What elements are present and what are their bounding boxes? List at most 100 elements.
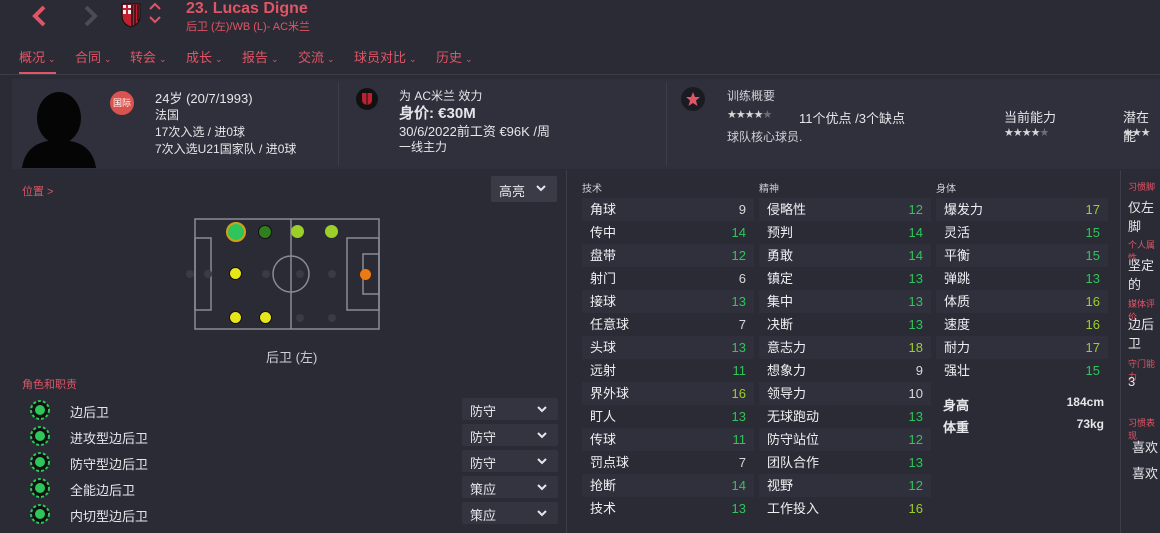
chevron-down-icon: ⌄: [104, 54, 112, 64]
tab-compare[interactable]: 球员对比 ⌄: [354, 44, 417, 72]
role-row[interactable]: 防守型边后卫 防守: [22, 450, 562, 474]
attribute-name: 平衡: [944, 248, 971, 263]
duty-dropdown[interactable]: 防守: [462, 398, 558, 420]
attribute-row: 预判 14: [759, 221, 931, 244]
attribute-value: 6: [738, 271, 746, 286]
attribute-row: 勇敢 14: [759, 244, 931, 267]
attribute-value: 13: [908, 409, 923, 424]
attribute-name: 领导力: [767, 386, 807, 401]
attribute-name: 耐力: [944, 340, 971, 355]
tab-development[interactable]: 成长 ⌄: [186, 44, 223, 72]
position-dot-ml: [291, 225, 304, 238]
duty-dropdown[interactable]: 策应: [462, 502, 558, 524]
attribute-row: 侵略性 12: [759, 198, 931, 221]
attribute-row: 接球 13: [582, 290, 754, 313]
position-dot-empty: [328, 270, 336, 278]
role-row[interactable]: 内切型边后卫 策应: [22, 502, 562, 526]
current-ability-label: 当前能力: [1004, 110, 1057, 125]
tab-bar: 概况 ⌄ 合同 ⌄ 转会 ⌄ 成长 ⌄ 报告 ⌄ 交流 ⌄ 球员对比 ⌄ 历史 ⌄: [0, 44, 1160, 74]
attribute-value: 7: [738, 455, 746, 470]
attribute-value: 17: [1085, 340, 1100, 355]
attribute-name: 想象力: [767, 363, 807, 378]
info-divider: [666, 82, 667, 166]
tab-label: 概况: [19, 50, 46, 65]
attribute-row: 工作投入 16: [759, 497, 931, 520]
attribute-name: 技术: [590, 501, 617, 516]
attribute-value: 13: [731, 409, 746, 424]
attribute-row: 视野 12: [759, 474, 931, 497]
tab-contract[interactable]: 合同 ⌄: [75, 44, 112, 72]
attribute-value: 13: [908, 271, 923, 286]
attribute-value: 16: [1085, 294, 1100, 309]
role-suitability-icon: [30, 504, 50, 527]
attribute-name: 弹跳: [944, 271, 971, 286]
attribute-name: 盯人: [590, 409, 617, 424]
player-switch-icon[interactable]: [148, 0, 162, 30]
tab-transfer[interactable]: 转会 ⌄: [130, 44, 167, 72]
duty-value: 策应: [470, 482, 497, 497]
position-caption: 后卫 (左): [266, 350, 318, 365]
top-bar: 23. Lucas Digne 后卫 (左)/WB (L)- AC米兰: [0, 0, 1160, 40]
chevron-down-icon: [535, 181, 547, 198]
tab-label: 球员对比: [354, 50, 407, 65]
attribute-name: 界外球: [590, 386, 630, 401]
position-pitch: [194, 218, 380, 330]
attribute-value: 11: [732, 432, 747, 447]
attribute-row: 射门 6: [582, 267, 754, 290]
position-dot-wbr: [259, 311, 272, 324]
attribute-row: 平衡 15: [936, 244, 1108, 267]
role-name: 内切型边后卫: [70, 509, 149, 524]
tab-label: 转会: [130, 50, 157, 65]
duty-dropdown[interactable]: 防守: [462, 450, 558, 472]
attribute-value: 14: [908, 225, 923, 240]
position-dot-empty: [328, 314, 336, 322]
attribute-name: 传球: [590, 432, 617, 447]
duty-dropdown[interactable]: 防守: [462, 424, 558, 446]
attribute-value: 14: [731, 225, 746, 240]
attribute-row: 任意球 7: [582, 313, 754, 336]
attribute-value: 11: [732, 363, 747, 378]
tab-overview[interactable]: 概况 ⌄: [19, 44, 56, 74]
potential-ability-stars: ★★★: [1123, 127, 1151, 139]
back-arrow-icon[interactable]: [26, 2, 54, 30]
attribute-name: 团队合作: [767, 455, 820, 470]
attribute-value: 14: [731, 478, 746, 493]
attribute-value: 7: [738, 317, 746, 332]
tab-interaction[interactable]: 交流 ⌄: [298, 44, 335, 72]
position-link[interactable]: 位置 >: [22, 183, 53, 199]
duty-dropdown[interactable]: 策应: [462, 476, 558, 498]
physical-label: 身体: [936, 184, 956, 195]
attribute-value: 10: [908, 386, 923, 401]
highlight-dropdown[interactable]: 高亮: [491, 176, 557, 202]
attribute-value: 16: [1085, 317, 1100, 332]
attribute-value: 15: [1085, 363, 1100, 378]
role-row[interactable]: 全能边后卫 策应: [22, 476, 562, 500]
position-dot-dr: [229, 311, 242, 324]
tab-history[interactable]: 历史 ⌄: [436, 44, 473, 72]
role-row[interactable]: 边后卫 防守: [22, 398, 562, 422]
u21-caps: 7次入选U21国家队 / 进0球: [155, 142, 297, 156]
attribute-value: 12: [908, 202, 923, 217]
forward-arrow-icon[interactable]: [76, 2, 104, 30]
attribute-value: 13: [731, 501, 746, 516]
attribute-name: 强壮: [944, 363, 971, 378]
attribute-value: 18: [908, 340, 923, 355]
attribute-name: 接球: [590, 294, 617, 309]
attribute-name: 集中: [767, 294, 794, 309]
position-dot-empty: [204, 270, 212, 278]
attribute-value: 13: [908, 317, 923, 332]
attribute-name: 射门: [590, 271, 617, 286]
attribute-row: 决断 13: [759, 313, 931, 336]
current-ability-stars: ★★★★★: [1004, 127, 1049, 139]
info-divider: [338, 82, 339, 166]
attribute-row: 角球 9: [582, 198, 754, 221]
role-row[interactable]: 进攻型边后卫 防守: [22, 424, 562, 448]
international-badge: 国际: [110, 91, 134, 115]
attribute-name: 预判: [767, 225, 794, 240]
tab-label: 交流: [298, 50, 325, 65]
training-label: 训练概要: [727, 89, 776, 103]
chevron-down-icon: ⌄: [215, 54, 223, 64]
tab-reports[interactable]: 报告 ⌄: [242, 44, 279, 72]
chevron-down-icon: [536, 402, 548, 419]
attribute-name: 工作投入: [767, 501, 820, 516]
